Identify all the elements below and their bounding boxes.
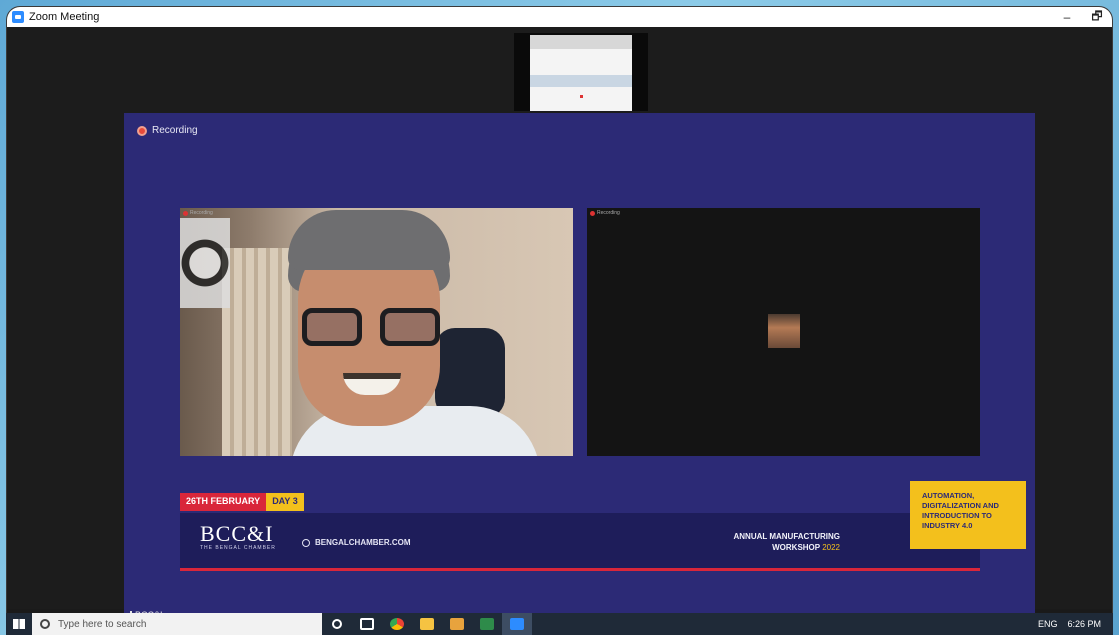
- restore-button[interactable]: 🗗: [1082, 7, 1112, 27]
- tile-recording-indicator: Recording: [590, 210, 620, 216]
- recording-dot-icon: [137, 125, 147, 136]
- event-date: 26TH FEBRUARY: [180, 493, 267, 511]
- chair: [435, 328, 505, 418]
- workshop-title: ANNUAL MANUFACTURING WORKSHOP 2022: [733, 532, 840, 552]
- window-title: Zoom Meeting: [29, 11, 100, 23]
- banner-main: BCC&I THE BENGAL CHAMBER BENGALCHAMBER.C…: [180, 513, 980, 571]
- recording-label: Recording: [152, 125, 198, 136]
- speaker-hair-top: [288, 210, 450, 270]
- meeting-content: Recording Recording Recording 26TH FEBRU…: [7, 27, 1112, 631]
- video-tile-speaker[interactable]: Recording: [180, 208, 573, 456]
- video-tile-participant[interactable]: Recording: [587, 208, 980, 456]
- file-explorer-icon[interactable]: [412, 613, 442, 635]
- shared-screen: Recording Recording Recording 26TH FEBRU…: [124, 113, 1035, 631]
- self-view-thumbnail[interactable]: [514, 33, 648, 111]
- participant-thumbnail: [768, 314, 800, 348]
- recording-indicator: Recording: [137, 125, 198, 136]
- excel-icon[interactable]: [472, 613, 502, 635]
- website: BENGALCHAMBER.COM: [302, 538, 411, 547]
- globe-icon: [302, 538, 310, 547]
- task-view-icon[interactable]: [352, 613, 382, 635]
- glasses-right: [380, 308, 440, 346]
- bcci-logo: BCC&I THE BENGAL CHAMBER: [200, 521, 276, 551]
- taskbar-search-input[interactable]: Type here to search: [32, 613, 322, 635]
- windows-start-icon[interactable]: [6, 613, 32, 635]
- minimize-button[interactable]: –: [1052, 7, 1082, 27]
- clock[interactable]: 6:26 PM: [1067, 619, 1101, 629]
- title-bar: Zoom Meeting – 🗗: [7, 7, 1112, 27]
- date-strip: 26TH FEBRUARY DAY 3: [180, 493, 304, 511]
- zoom-app-icon: [12, 11, 24, 23]
- windows-taskbar: Type here to search ENG 6:26 PM: [6, 613, 1113, 635]
- plant-decor: [180, 218, 230, 308]
- cortana-icon[interactable]: [322, 613, 352, 635]
- search-icon: [40, 619, 50, 629]
- outlook-icon[interactable]: [442, 613, 472, 635]
- thumbnail-screen: [530, 35, 632, 111]
- chrome-icon[interactable]: [382, 613, 412, 635]
- zoom-icon[interactable]: [502, 613, 532, 635]
- topic-box: AUTOMATION, DIGITALIZATION AND INTRODUCT…: [910, 481, 1026, 549]
- glasses-left: [302, 308, 362, 346]
- tile-recording-indicator: Recording: [183, 210, 213, 216]
- zoom-window: Zoom Meeting – 🗗 Recording Recording Rec…: [6, 6, 1113, 632]
- language-indicator[interactable]: ENG: [1038, 619, 1058, 629]
- system-tray: ENG 6:26 PM: [1038, 619, 1113, 629]
- event-day: DAY 3: [266, 493, 304, 511]
- curtain-background: [222, 248, 292, 456]
- event-banner: 26TH FEBRUARY DAY 3 BCC&I THE BENGAL CHA…: [180, 481, 1026, 575]
